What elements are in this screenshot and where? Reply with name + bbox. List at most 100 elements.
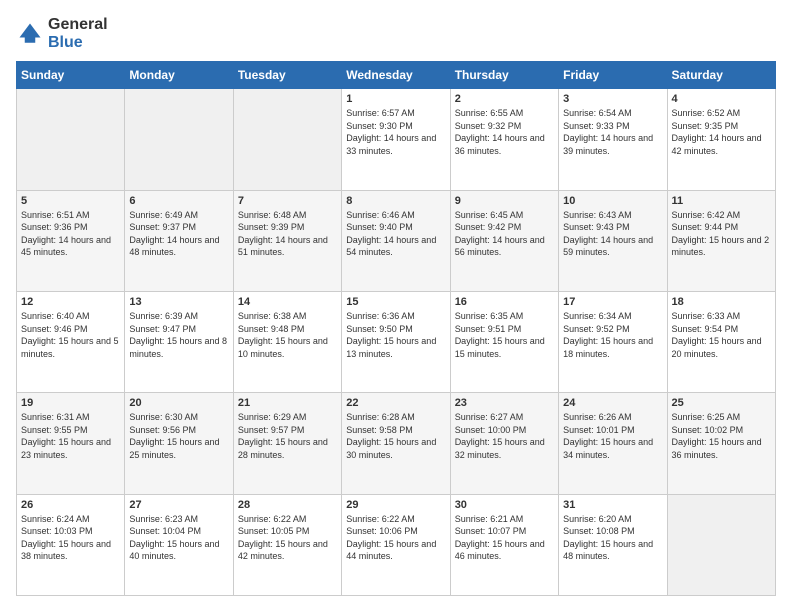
day-number: 19 xyxy=(21,397,120,409)
calendar-cell: 22 Sunrise: 6:28 AMSunset: 9:58 PMDayligh… xyxy=(342,393,450,494)
page: General Blue SundayMondayTuesdayWednesda… xyxy=(0,0,792,612)
day-number: 16 xyxy=(455,296,554,308)
day-number: 8 xyxy=(346,195,445,207)
cell-info: Sunrise: 6:49 AMSunset: 9:37 PMDaylight:… xyxy=(129,209,228,259)
calendar-cell: 7Sunrise: 6:48 AMSunset: 9:39 PMDaylight… xyxy=(233,190,341,291)
calendar-cell: 19 Sunrise: 6:31 AMSunset: 9:55 PMDayligh… xyxy=(17,393,125,494)
cell-info: Sunrise: 6:30 AMSunset: 9:56 PMDaylight:… xyxy=(129,411,228,461)
cell-info: Sunrise: 6:33 AMSunset: 9:54 PMDaylight:… xyxy=(672,310,771,360)
calendar-table: SundayMondayTuesdayWednesdayThursdayFrid… xyxy=(16,61,776,596)
day-number: 2 xyxy=(455,93,554,105)
calendar-cell: 29Sunrise: 6:22 AMSunset: 10:06 PMDaylig… xyxy=(342,494,450,595)
calendar-cell: 28Sunrise: 6:22 AMSunset: 10:05 PMDaylig… xyxy=(233,494,341,595)
calendar-cell: 17 Sunrise: 6:34 AMSunset: 9:52 PMDayligh… xyxy=(559,291,667,392)
calendar-cell: 3 Sunrise: 6:54 AMSunset: 9:33 PMDaylight… xyxy=(559,89,667,190)
logo-icon xyxy=(16,20,44,48)
calendar-cell xyxy=(17,89,125,190)
calendar-cell: 23 Sunrise: 6:27 AMSunset: 10:00 PMDaylig… xyxy=(450,393,558,494)
calendar-cell: 10 Sunrise: 6:43 AMSunset: 9:43 PMDayligh… xyxy=(559,190,667,291)
week-row-3: 12 Sunrise: 6:40 AMSunset: 9:46 PMDayligh… xyxy=(17,291,776,392)
day-number: 31 xyxy=(563,499,662,511)
calendar-cell: 20 Sunrise: 6:30 AMSunset: 9:56 PMDayligh… xyxy=(125,393,233,494)
calendar-cell: 30 Sunrise: 6:21 AMSunset: 10:07 PMDaylig… xyxy=(450,494,558,595)
logo-line2: Blue xyxy=(48,34,108,52)
weekday-header-tuesday: Tuesday xyxy=(233,62,341,89)
day-number: 11 xyxy=(672,195,771,207)
weekday-header-saturday: Saturday xyxy=(667,62,775,89)
cell-info: Sunrise: 6:48 AMSunset: 9:39 PMDaylight:… xyxy=(238,209,337,259)
calendar-cell: 16 Sunrise: 6:35 AMSunset: 9:51 PMDayligh… xyxy=(450,291,558,392)
calendar-cell: 14Sunrise: 6:38 AMSunset: 9:48 PMDayligh… xyxy=(233,291,341,392)
calendar-cell: 1 Sunrise: 6:57 AMSunset: 9:30 PMDaylight… xyxy=(342,89,450,190)
week-row-2: 5 Sunrise: 6:51 AMSunset: 9:36 PMDaylight… xyxy=(17,190,776,291)
cell-info: Sunrise: 6:57 AMSunset: 9:30 PMDaylight:… xyxy=(346,107,445,157)
calendar-cell: 12 Sunrise: 6:40 AMSunset: 9:46 PMDayligh… xyxy=(17,291,125,392)
calendar-cell: 18 Sunrise: 6:33 AMSunset: 9:54 PMDayligh… xyxy=(667,291,775,392)
day-number: 12 xyxy=(21,296,120,308)
calendar-cell: 2 Sunrise: 6:55 AMSunset: 9:32 PMDaylight… xyxy=(450,89,558,190)
cell-info: Sunrise: 6:31 AMSunset: 9:55 PMDaylight:… xyxy=(21,411,120,461)
cell-info: Sunrise: 6:55 AMSunset: 9:32 PMDaylight:… xyxy=(455,107,554,157)
weekday-header-friday: Friday xyxy=(559,62,667,89)
weekday-header-row: SundayMondayTuesdayWednesdayThursdayFrid… xyxy=(17,62,776,89)
day-number: 24 xyxy=(563,397,662,409)
day-number: 28 xyxy=(238,499,337,511)
cell-info: Sunrise: 6:45 AMSunset: 9:42 PMDaylight:… xyxy=(455,209,554,259)
calendar-cell xyxy=(125,89,233,190)
cell-info: Sunrise: 6:39 AMSunset: 9:47 PMDaylight:… xyxy=(129,310,228,360)
calendar-cell: 11Sunrise: 6:42 AMSunset: 9:44 PMDayligh… xyxy=(667,190,775,291)
weekday-header-wednesday: Wednesday xyxy=(342,62,450,89)
weekday-header-thursday: Thursday xyxy=(450,62,558,89)
week-row-5: 26Sunrise: 6:24 AMSunset: 10:03 PMDaylig… xyxy=(17,494,776,595)
cell-info: Sunrise: 6:28 AMSunset: 9:58 PMDaylight:… xyxy=(346,411,445,461)
day-number: 17 xyxy=(563,296,662,308)
calendar-cell: 26Sunrise: 6:24 AMSunset: 10:03 PMDaylig… xyxy=(17,494,125,595)
day-number: 10 xyxy=(563,195,662,207)
cell-info: Sunrise: 6:54 AMSunset: 9:33 PMDaylight:… xyxy=(563,107,662,157)
day-number: 20 xyxy=(129,397,228,409)
cell-info: Sunrise: 6:35 AMSunset: 9:51 PMDaylight:… xyxy=(455,310,554,360)
cell-info: Sunrise: 6:25 AMSunset: 10:02 PMDaylight… xyxy=(672,411,771,461)
cell-info: Sunrise: 6:46 AMSunset: 9:40 PMDaylight:… xyxy=(346,209,445,259)
day-number: 30 xyxy=(455,499,554,511)
calendar-cell: 21Sunrise: 6:29 AMSunset: 9:57 PMDayligh… xyxy=(233,393,341,494)
week-row-4: 19 Sunrise: 6:31 AMSunset: 9:55 PMDayligh… xyxy=(17,393,776,494)
calendar-cell: 24 Sunrise: 6:26 AMSunset: 10:01 PMDaylig… xyxy=(559,393,667,494)
cell-info: Sunrise: 6:23 AMSunset: 10:04 PMDaylight… xyxy=(129,513,228,563)
weekday-header-monday: Monday xyxy=(125,62,233,89)
day-number: 9 xyxy=(455,195,554,207)
cell-info: Sunrise: 6:21 AMSunset: 10:07 PMDaylight… xyxy=(455,513,554,563)
logo: General Blue xyxy=(16,16,108,51)
calendar-cell: 15Sunrise: 6:36 AMSunset: 9:50 PMDayligh… xyxy=(342,291,450,392)
day-number: 3 xyxy=(563,93,662,105)
cell-info: Sunrise: 6:43 AMSunset: 9:43 PMDaylight:… xyxy=(563,209,662,259)
calendar-cell: 25Sunrise: 6:25 AMSunset: 10:02 PMDaylig… xyxy=(667,393,775,494)
day-number: 13 xyxy=(129,296,228,308)
calendar-cell: 13 Sunrise: 6:39 AMSunset: 9:47 PMDayligh… xyxy=(125,291,233,392)
day-number: 22 xyxy=(346,397,445,409)
day-number: 1 xyxy=(346,93,445,105)
day-number: 23 xyxy=(455,397,554,409)
calendar-cell: 31Sunrise: 6:20 AMSunset: 10:08 PMDaylig… xyxy=(559,494,667,595)
day-number: 5 xyxy=(21,195,120,207)
day-number: 29 xyxy=(346,499,445,511)
cell-info: Sunrise: 6:52 AMSunset: 9:35 PMDaylight:… xyxy=(672,107,771,157)
cell-info: Sunrise: 6:34 AMSunset: 9:52 PMDaylight:… xyxy=(563,310,662,360)
day-number: 18 xyxy=(672,296,771,308)
calendar-cell: 6 Sunrise: 6:49 AMSunset: 9:37 PMDaylight… xyxy=(125,190,233,291)
cell-info: Sunrise: 6:26 AMSunset: 10:01 PMDaylight… xyxy=(563,411,662,461)
week-row-1: 1 Sunrise: 6:57 AMSunset: 9:30 PMDaylight… xyxy=(17,89,776,190)
calendar-cell xyxy=(667,494,775,595)
day-number: 6 xyxy=(129,195,228,207)
day-number: 21 xyxy=(238,397,337,409)
cell-info: Sunrise: 6:36 AMSunset: 9:50 PMDaylight:… xyxy=(346,310,445,360)
header: General Blue xyxy=(16,16,776,51)
cell-info: Sunrise: 6:40 AMSunset: 9:46 PMDaylight:… xyxy=(21,310,120,360)
cell-info: Sunrise: 6:51 AMSunset: 9:36 PMDaylight:… xyxy=(21,209,120,259)
cell-info: Sunrise: 6:27 AMSunset: 10:00 PMDaylight… xyxy=(455,411,554,461)
cell-info: Sunrise: 6:38 AMSunset: 9:48 PMDaylight:… xyxy=(238,310,337,360)
calendar-cell: 27 Sunrise: 6:23 AMSunset: 10:04 PMDaylig… xyxy=(125,494,233,595)
day-number: 26 xyxy=(21,499,120,511)
day-number: 27 xyxy=(129,499,228,511)
calendar-cell: 8 Sunrise: 6:46 AMSunset: 9:40 PMDaylight… xyxy=(342,190,450,291)
